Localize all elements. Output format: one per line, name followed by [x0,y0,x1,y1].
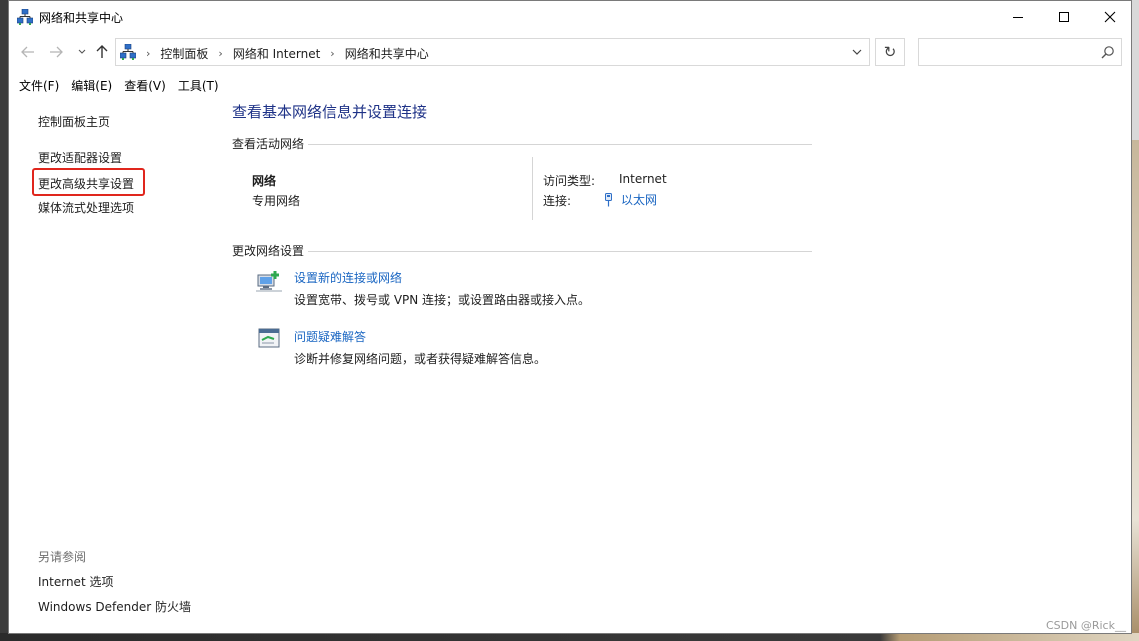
network-sharing-center-window: 网络和共享中心 › 控制面板 › 网络和 Internet › 网络和共享中心 … [8,0,1132,634]
chevron-down-icon [78,49,86,54]
breadcrumb-network-internet[interactable]: 网络和 Internet [231,45,322,62]
up-button[interactable] [91,41,113,63]
minimize-button[interactable] [995,1,1041,33]
menu-edit[interactable]: 编辑(E) [71,76,112,96]
see-also-heading: 另请参阅 [38,550,87,564]
breadcrumb: › 控制面板 › 网络和 Internet › 网络和共享中心 [138,45,431,62]
menu-file[interactable]: 文件(F) [19,76,59,96]
close-button[interactable] [1087,1,1133,33]
arrow-left-icon [21,46,34,58]
divider [308,251,812,252]
window-title: 网络和共享中心 [39,11,124,25]
left-nav-pane: 控制面板主页 更改适配器设置 更改高级共享设置 媒体流式处理选项 另请参阅 In… [9,97,224,633]
forward-button[interactable] [45,41,67,63]
ethernet-icon [605,192,612,206]
navigation-bar: › 控制面板 › 网络和 Internet › 网络和共享中心 ↻ [9,33,1131,73]
chevron-down-icon [852,49,862,55]
breadcrumb-control-panel[interactable]: 控制面板 [158,45,210,62]
troubleshoot-problems-description: 诊断并修复网络问题，或者获得疑难解答信息。 [294,352,547,366]
new-connection-icon [256,271,282,292]
desktop-background-bottom [0,633,1139,641]
menu-bar: 文件(F) 编辑(E) 查看(V) 工具(T) [9,76,1131,96]
chevron-right-icon[interactable]: › [330,47,334,60]
access-type-label: 访问类型: [543,174,596,188]
change-adapter-settings-link[interactable]: 更改适配器设置 [38,149,122,166]
network-center-icon [120,44,136,60]
desktop-background-right [1131,0,1139,641]
search-input[interactable] [918,38,1122,66]
active-networks-heading: 查看活动网络 [232,137,305,151]
chevron-right-icon[interactable]: › [146,47,150,60]
recent-locations-button[interactable] [71,41,93,63]
network-profile-type: 专用网络 [252,194,301,208]
change-network-settings-heading: 更改网络设置 [232,244,305,258]
menu-view[interactable]: 查看(V) [124,76,166,96]
maximize-icon [1059,12,1069,22]
divider [308,144,812,145]
connections-label: 连接: [543,194,572,208]
windows-defender-firewall-link[interactable]: Windows Defender 防火墙 [38,598,191,615]
troubleshoot-icon [258,328,280,348]
title-bar[interactable]: 网络和共享中心 [9,1,1131,33]
address-dropdown-button[interactable] [847,43,867,61]
refresh-button[interactable]: ↻ [875,38,905,66]
arrow-right-icon [50,46,63,58]
address-bar[interactable]: › 控制面板 › 网络和 Internet › 网络和共享中心 [115,38,870,66]
menu-tools[interactable]: 工具(T) [178,76,219,96]
network-name: 网络 [252,174,277,188]
setup-new-connection-description: 设置宽带、拨号或 VPN 连接；或设置路由器或接入点。 [294,293,591,307]
media-streaming-options-link[interactable]: 媒体流式处理选项 [38,199,134,216]
breadcrumb-network-sharing-center[interactable]: 网络和共享中心 [343,45,431,62]
ethernet-connection-link[interactable]: 以太网 [604,191,657,208]
control-panel-home-link[interactable]: 控制面板主页 [38,113,110,130]
arrow-up-icon [96,45,108,58]
page-title: 查看基本网络信息并设置连接 [232,103,428,121]
ethernet-link-text[interactable]: 以太网 [621,191,657,208]
internet-options-link[interactable]: Internet 选项 [38,573,113,590]
network-center-icon [17,9,33,25]
highlight-annotation-box [32,168,145,196]
divider [532,157,533,220]
search-icon [1101,46,1114,59]
chevron-right-icon[interactable]: › [218,47,222,60]
access-type-value: Internet [619,172,667,186]
maximize-button[interactable] [1041,1,1087,33]
close-icon [1104,11,1116,23]
refresh-icon: ↻ [883,43,897,61]
minimize-icon [1013,16,1023,18]
setup-new-connection-link[interactable]: 设置新的连接或网络 [294,269,402,286]
back-button[interactable] [17,41,39,63]
watermark-text: CSDN @Rick__ [1046,619,1126,632]
troubleshoot-problems-link[interactable]: 问题疑难解答 [294,328,366,345]
